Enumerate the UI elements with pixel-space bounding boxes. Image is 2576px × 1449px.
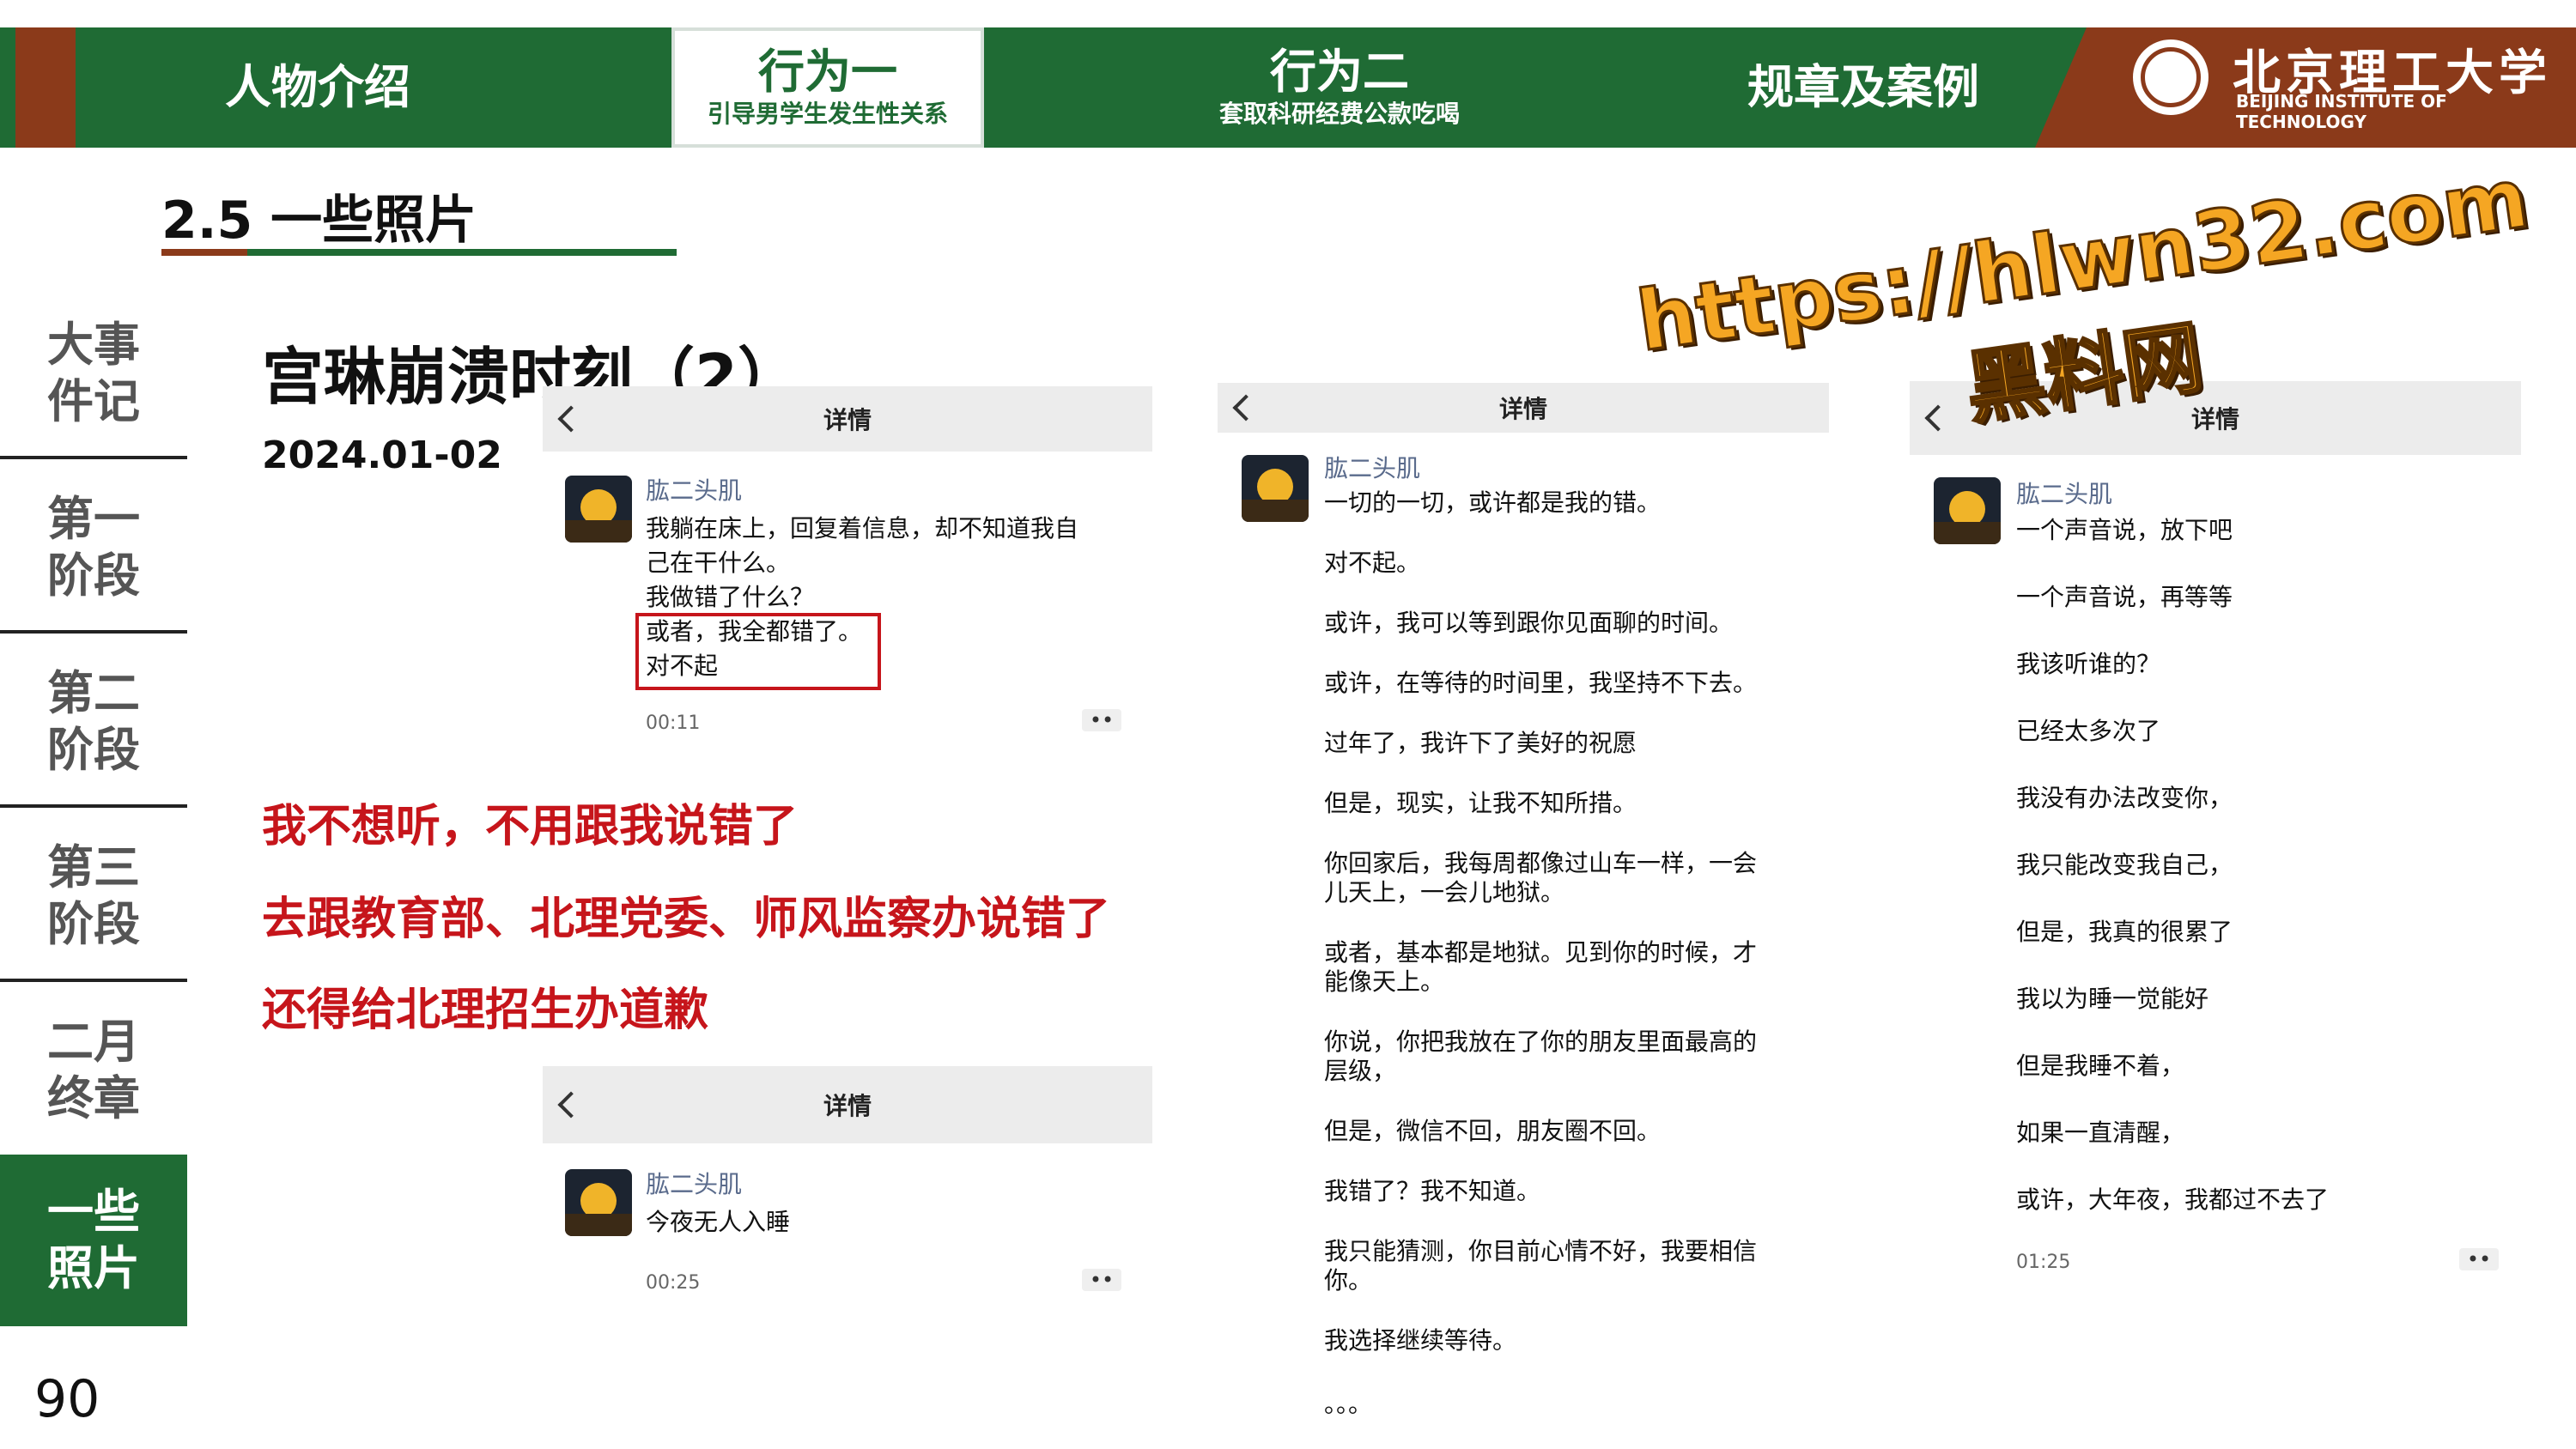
emphasis-line: 还得给北理招生办道歉	[262, 985, 709, 1036]
emphasis-line: 我不想听，不用跟我说错了	[262, 801, 799, 852]
sidebar-item-label: 大事件记	[47, 318, 140, 428]
message-line: 或许，在等待的时间里，我坚持不下去。	[1324, 669, 1758, 697]
nav-tab-behavior-two[interactable]: 行为二 套取科研经费公款吃喝	[1168, 27, 1511, 148]
university-emblem-icon	[2128, 34, 2214, 120]
message-line: 我做错了什么？	[646, 583, 815, 611]
sidebar-item-label: 第三阶段	[47, 840, 140, 951]
more-options-icon[interactable]: ••	[2459, 1247, 2499, 1271]
section-title: 2.5 一些照片	[161, 191, 477, 251]
message-line: 今夜无人入睡	[646, 1208, 791, 1236]
message-line: 已经太多次了	[2016, 717, 2161, 745]
sidebar-divider	[0, 979, 187, 982]
avatar	[565, 1169, 632, 1236]
sidebar-divider	[0, 804, 187, 808]
chat-screenshot-card: 详情 肱二头肌 一切的一切，或许都是我的错。 对不起。 或许，我可以等到跟你见面…	[1218, 383, 1829, 1430]
nav-tab-label: 人物介绍	[225, 60, 410, 114]
message-line: 己在干什么。	[646, 549, 791, 577]
message-line: 层级，	[1324, 1057, 1397, 1085]
timestamp: 00:11	[646, 712, 701, 734]
timestamp: 00:25	[646, 1272, 701, 1294]
message-line: 一切的一切，或许都是我的错。	[1324, 488, 1662, 517]
card-header-title: 详情	[823, 406, 872, 434]
message-line: 我只能猜测，你目前心情不好，我要相信	[1324, 1237, 1758, 1265]
back-arrow-icon[interactable]	[557, 405, 585, 433]
message-line: 我以为睡一觉能好	[2016, 985, 2209, 1013]
message-line: 我该听谁的？	[2016, 650, 2161, 678]
nav-left-accent-divider	[76, 27, 82, 148]
sender-name: 肱二头肌	[2016, 480, 2113, 508]
nav-tab-label: 规章及案例	[1747, 60, 1979, 114]
message-line: 如果一直清醒，	[2016, 1119, 2185, 1147]
sidebar-item-timeline[interactable]: 大事件记	[0, 288, 187, 459]
highlight-box	[635, 613, 881, 690]
message-line: 儿天上，一会儿地狱。	[1324, 878, 1565, 906]
slide-date: 2024.01-02	[262, 433, 502, 477]
card-header: 详情	[543, 1066, 1152, 1143]
sidebar-item-label: 第一阶段	[47, 492, 140, 603]
page-number: 90	[34, 1369, 100, 1429]
message-line: 你。	[1324, 1266, 1373, 1294]
sidebar-divider	[0, 630, 187, 634]
sidebar-item-label: 第二阶段	[47, 666, 140, 777]
card-header-title: 详情	[823, 1092, 872, 1120]
card-header-title: 详情	[1498, 395, 1547, 423]
nav-tab-sublabel: 套取科研经费公款吃喝	[1218, 100, 1460, 128]
emphasis-line: 去跟教育部、北理党委、师风监察办说错了	[262, 894, 1111, 945]
more-options-icon[interactable]: ••	[1082, 1268, 1121, 1292]
message-line: 过年了，我许下了美好的祝愿	[1324, 729, 1637, 757]
chat-screenshot-card: 详情 肱二头肌 今夜无人入睡 00:25 ••	[543, 1066, 1152, 1315]
nav-tab-people[interactable]: 人物介绍	[172, 27, 464, 148]
sidebar-item-stage-one[interactable]: 第一阶段	[0, 462, 187, 634]
sidebar-item-label: 二月终章	[47, 1015, 140, 1125]
back-arrow-icon[interactable]	[557, 1091, 585, 1119]
message-line: 或许，我可以等到跟你见面聊的时间。	[1324, 609, 1734, 637]
card-header: 详情	[1218, 383, 1829, 433]
avatar	[1242, 455, 1309, 522]
message-line: 。。。	[1324, 1390, 1373, 1418]
message-line: 对不起。	[1324, 549, 1421, 577]
avatar	[1934, 477, 2001, 544]
nav-tab-sublabel: 引导男学生发生性关系	[707, 100, 948, 128]
sender-name: 肱二头肌	[1324, 454, 1421, 482]
nav-left-accent	[15, 27, 76, 148]
message-line: 但是，我真的很累了	[2016, 918, 2233, 946]
nav-tab-label: 行为二	[1270, 45, 1409, 99]
sidebar-item-stage-two[interactable]: 第二阶段	[0, 636, 187, 808]
title-underline-accent	[161, 249, 247, 256]
sender-name: 肱二头肌	[646, 476, 743, 505]
avatar	[565, 476, 632, 543]
message-line: 一个声音说，放下吧	[2016, 516, 2233, 544]
message-line: 但是我睡不着，	[2016, 1052, 2185, 1080]
chat-screenshot-card: 详情 肱二头肌 我躺在床上，回复着信息，却不知道我自 己在干什么。 我做错了什么…	[543, 386, 1152, 747]
card-header: 详情	[543, 386, 1152, 452]
back-arrow-icon[interactable]	[1232, 394, 1260, 421]
sidebar-divider	[0, 456, 187, 459]
sender-name: 肱二头肌	[646, 1170, 743, 1198]
message-line: 我选择继续等待。	[1324, 1326, 1517, 1355]
message-line: 或许，大年夜，我都过不去了	[2016, 1185, 2330, 1214]
message-line: 但是，微信不回，朋友圈不回。	[1324, 1117, 1662, 1145]
message-line: 能像天上。	[1324, 967, 1445, 996]
nav-tab-label: 行为一	[758, 45, 897, 99]
message-line: 但是，现实，让我不知所措。	[1324, 789, 1637, 817]
message-line: 我错了？我不知道。	[1324, 1177, 1541, 1205]
nav-tab-rules[interactable]: 规章及案例	[1709, 27, 2018, 148]
back-arrow-icon[interactable]	[1924, 404, 1952, 432]
message-line: 我只能改变我自己，	[2016, 851, 2233, 879]
timestamp: 01:25	[2016, 1252, 2071, 1273]
sidebar-item-label: 一些照片	[47, 1185, 140, 1295]
message-line: 一个声音说，再等等	[2016, 583, 2233, 611]
sidebar-item-february-finale[interactable]: 二月终章	[0, 985, 187, 1156]
sidebar-item-photos[interactable]: 一些照片	[0, 1155, 187, 1326]
message-line: 我躺在床上，回复着信息，却不知道我自	[646, 514, 1079, 543]
chat-screenshot-card: 详情 肱二头肌 一个声音说，放下吧 一个声音说，再等等 我该听谁的？ 已经太多次…	[1910, 381, 2521, 1300]
sidebar-item-stage-three[interactable]: 第三阶段	[0, 810, 187, 982]
university-name-en: BEIJING INSTITUTE OF TECHNOLOGY	[2236, 91, 2447, 132]
message-line: 我没有办法改变你，	[2016, 784, 2233, 812]
more-options-icon[interactable]: ••	[1082, 708, 1121, 732]
nav-tab-behavior-one[interactable]: 行为一 引导男学生发生性关系	[671, 27, 984, 148]
